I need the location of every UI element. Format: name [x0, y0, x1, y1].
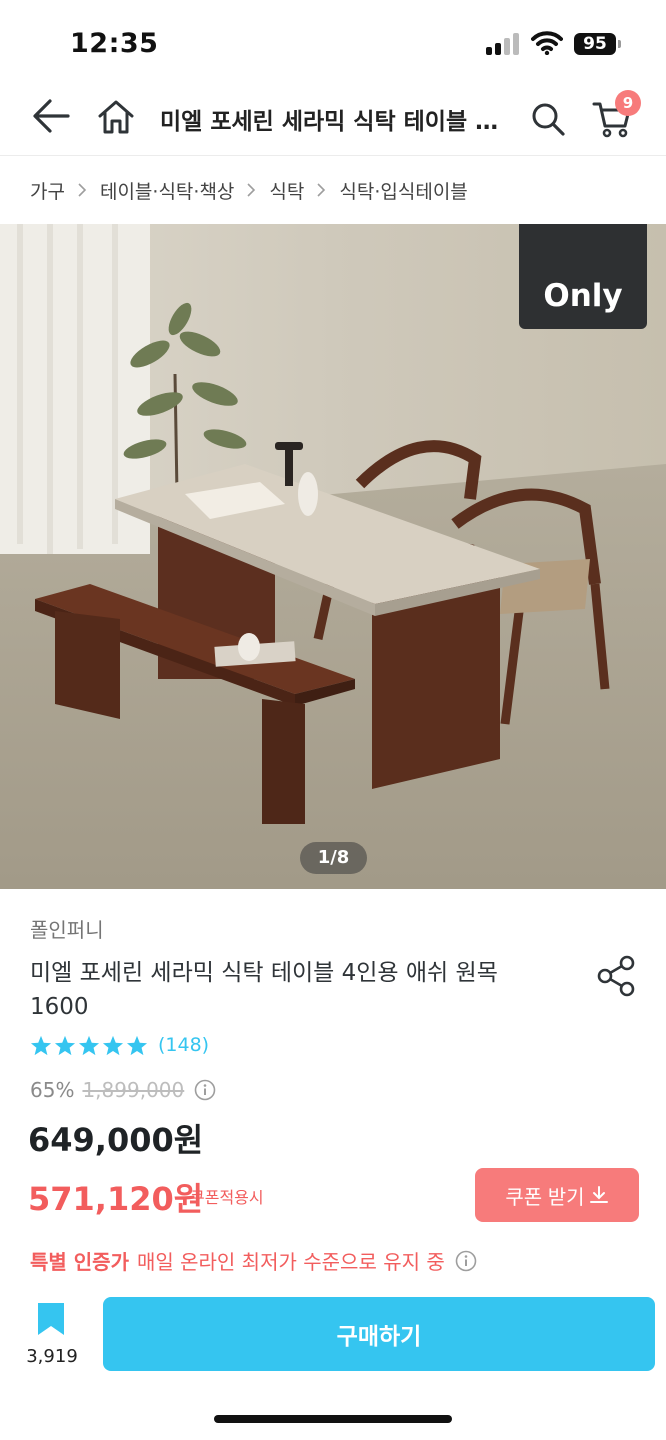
cellular-signal-icon	[486, 33, 522, 55]
coupon-price: 571,120원	[28, 1180, 204, 1218]
only-badge: Only	[519, 224, 647, 329]
image-counter: 1/8	[300, 842, 367, 874]
back-arrow-icon[interactable]	[32, 98, 70, 138]
status-time: 12:35	[70, 28, 159, 59]
home-icon[interactable]	[97, 99, 135, 139]
certified-price-row: 특별 인증가 매일 온라인 최저가 수준으로 유지 중	[30, 1246, 477, 1275]
breadcrumb-item[interactable]: 식탁·입식테이블	[339, 177, 467, 204]
breadcrumb-item[interactable]: 식탁	[269, 177, 304, 204]
star-icon	[30, 1035, 52, 1056]
breadcrumb: 가구 테이블·식탁·책상 식탁 식탁·입식테이블	[30, 176, 468, 204]
info-icon[interactable]	[455, 1250, 477, 1272]
bookmark-icon[interactable]	[36, 1301, 66, 1341]
home-indicator[interactable]	[214, 1415, 452, 1423]
info-icon[interactable]	[194, 1079, 216, 1101]
buy-button[interactable]: 구매하기	[103, 1297, 655, 1371]
coupon-button-label: 쿠폰 받기	[505, 1186, 585, 1209]
battery-cap	[618, 40, 621, 48]
chevron-right-icon	[78, 183, 87, 197]
chevron-right-icon	[317, 183, 326, 197]
wifi-icon	[531, 31, 563, 59]
cart-count-badge: 9	[615, 90, 641, 116]
discount-row: 65% 1,899,000	[30, 1078, 216, 1102]
original-price: 1,899,000	[82, 1078, 185, 1102]
brand-name[interactable]: 폴인퍼니	[30, 914, 104, 943]
chevron-right-icon	[247, 183, 256, 197]
rating[interactable]: (148)	[30, 1034, 209, 1056]
cert-label: 특별 인증가	[30, 1250, 129, 1274]
star-icon	[102, 1035, 124, 1056]
coupon-download-button[interactable]: 쿠폰 받기	[475, 1168, 639, 1222]
sale-price: 649,000원	[28, 1121, 204, 1159]
battery-indicator: 95	[574, 33, 616, 55]
bookmark-count: 3,919	[26, 1346, 78, 1367]
download-icon	[589, 1186, 608, 1203]
cert-text: 매일 온라인 최저가 수준으로 유지 중	[136, 1250, 445, 1274]
rating-stars	[30, 1035, 150, 1056]
star-icon	[54, 1035, 76, 1056]
star-icon	[78, 1035, 100, 1056]
breadcrumb-item[interactable]: 가구	[30, 177, 65, 204]
review-count[interactable]: (148)	[158, 1034, 209, 1056]
header-divider	[0, 155, 666, 156]
star-icon	[126, 1035, 148, 1056]
discount-rate: 65%	[30, 1078, 75, 1102]
breadcrumb-item[interactable]: 테이블·식탁·책상	[100, 177, 234, 204]
header-title: 미엘 포세린 세라믹 식탁 테이블 4인용 애쉬 원목 1600	[160, 109, 505, 135]
share-icon[interactable]	[596, 955, 638, 997]
product-name: 미엘 포세린 세라믹 식탁 테이블 4인용 애쉬 원목 1600	[30, 960, 498, 1020]
coupon-note: 쿠폰적용시	[190, 1188, 264, 1207]
search-icon[interactable]	[530, 101, 566, 141]
